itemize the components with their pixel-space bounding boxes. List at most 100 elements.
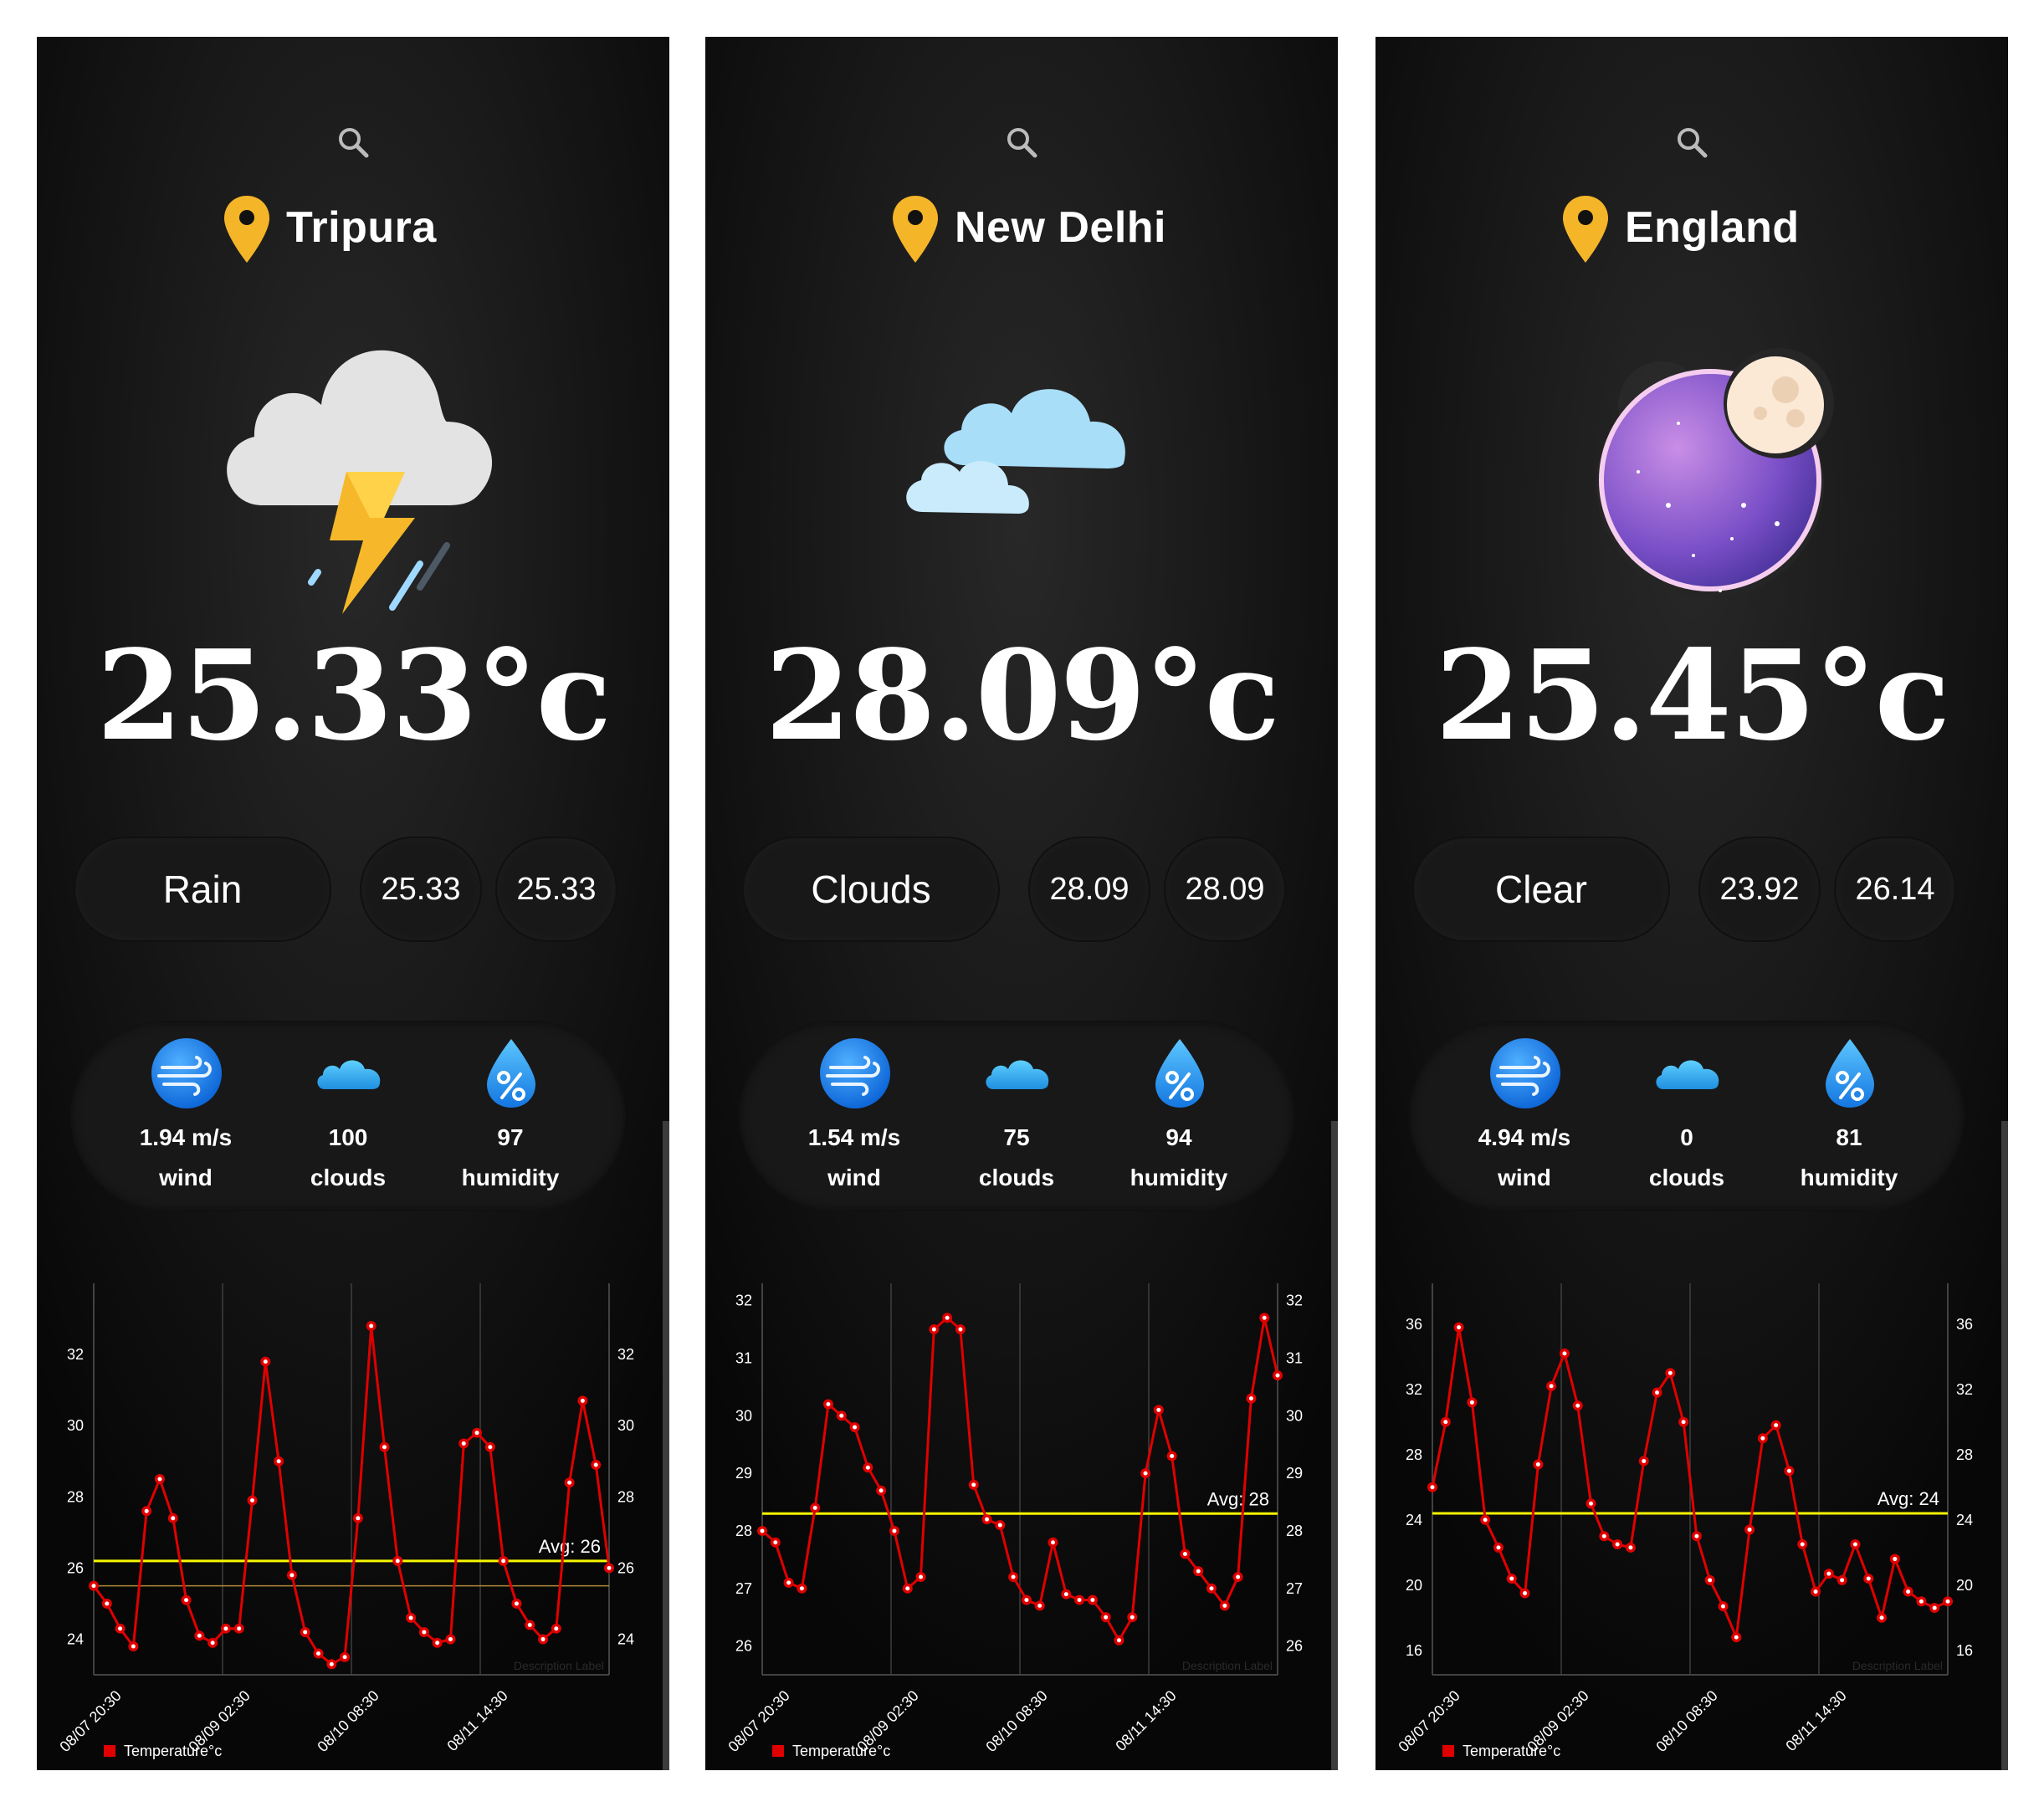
chart-point-core	[488, 1445, 493, 1450]
temp-max-text: 26.14	[1855, 871, 1935, 907]
chart-point-core	[1443, 1420, 1448, 1425]
wind-icon	[151, 1038, 222, 1108]
chart-point-core	[1694, 1533, 1699, 1538]
chart-point-core	[1050, 1540, 1055, 1545]
chart-y-tick-label-right: 29	[1286, 1465, 1303, 1482]
chart-point-core	[448, 1636, 453, 1641]
chart-y-tick-label-left: 24	[67, 1630, 84, 1647]
chart-point-core	[263, 1359, 268, 1364]
temp-max-text: 28.09	[1185, 871, 1265, 907]
search-icon[interactable]	[1003, 124, 1040, 161]
wind-value: 1.54 m/s	[807, 1124, 901, 1150]
chart-point-core	[1786, 1468, 1791, 1473]
humidity-drop-icon	[1155, 1039, 1204, 1108]
humidity-value: 81	[1836, 1124, 1862, 1150]
wind-icon	[1490, 1038, 1560, 1108]
chart-y-tick-label-left: 24	[1406, 1512, 1422, 1528]
chart-point-core	[408, 1615, 413, 1620]
chart-point-core	[1667, 1370, 1673, 1375]
chart-point-core	[905, 1586, 910, 1591]
chart-y-tick-label-right: 31	[1286, 1349, 1303, 1366]
wind-value: 4.94 m/s	[1478, 1124, 1571, 1150]
chart-legend-swatch	[772, 1745, 784, 1757]
condition-text: Clear	[1495, 868, 1587, 911]
temp-min-badge: 28.09	[1030, 838, 1149, 940]
chart-point-core	[91, 1584, 96, 1589]
chart-point-core	[1170, 1453, 1175, 1458]
clouds-label: clouds	[310, 1165, 387, 1190]
clouds-stat: 75 clouds	[933, 1021, 1100, 1211]
chart-point-core	[1589, 1501, 1594, 1506]
chart-legend-label: Temperature°c	[124, 1743, 222, 1759]
scrollbar[interactable]	[663, 1121, 669, 1770]
search-icon[interactable]	[335, 124, 371, 161]
chart-point-core	[1813, 1589, 1818, 1595]
chart-point-core	[1130, 1615, 1135, 1620]
chart-point-core	[1932, 1605, 1937, 1610]
chart-point-core	[773, 1540, 778, 1545]
chart-y-tick-label-right: 24	[617, 1630, 634, 1647]
chart-point-core	[1826, 1571, 1831, 1576]
chart-x-tick-label: 08/10 08:30	[1652, 1687, 1720, 1755]
chart-point-core	[985, 1517, 990, 1522]
temperature-chart: 08/07 20:30 08/09 02:30 08/10 08:30 08/11 1…	[1395, 1283, 1973, 1759]
chart-y-tick-label-left: 27	[735, 1580, 752, 1597]
chart-point-core	[1509, 1576, 1514, 1581]
chart-point-core	[1523, 1591, 1528, 1595]
wind-label: wind	[1498, 1165, 1551, 1190]
chart-point-core	[1840, 1578, 1845, 1583]
chart-point-core	[1549, 1384, 1554, 1389]
chart-x-tick-label: 08/07 20:30	[1395, 1687, 1463, 1755]
chart-point-core	[316, 1651, 321, 1656]
chart-y-tick-label-right: 20	[1956, 1577, 1973, 1594]
chart-y-tick-label-left: 32	[67, 1346, 84, 1363]
wind-stat: 1.54 m/s wind	[771, 1021, 938, 1211]
clouds-value: 100	[328, 1124, 368, 1150]
chart-point-core	[1156, 1407, 1161, 1412]
chart-y-tick-label-right: 27	[1286, 1580, 1303, 1597]
chart-point-core	[527, 1622, 532, 1627]
scrollbar[interactable]	[1331, 1121, 1338, 1770]
chart-point-core	[1037, 1603, 1042, 1608]
chart-point-core	[1628, 1545, 1633, 1550]
chart-y-tick-label-right: 26	[1286, 1638, 1303, 1655]
humidity-drop-icon	[487, 1039, 535, 1108]
humidity-label: humidity	[1800, 1165, 1898, 1190]
chart-average-label: Avg: 26	[539, 1536, 601, 1557]
chart-point-core	[1182, 1551, 1187, 1556]
chart-y-tick-label-left: 28	[735, 1523, 752, 1539]
chart-point-core	[210, 1641, 215, 1646]
chart-point-core	[435, 1641, 440, 1646]
chart-y-tick-label-right: 16	[1956, 1642, 1973, 1659]
chart-point-core	[395, 1559, 400, 1564]
temperature-chart: 08/07 20:30 08/09 02:30 08/10 08:30 08/11 1…	[56, 1283, 634, 1759]
chart-point-core	[1866, 1576, 1871, 1581]
chart-point-core	[1747, 1527, 1752, 1532]
chart-point-core	[1562, 1351, 1567, 1356]
chart-point-core	[1116, 1638, 1121, 1643]
chart-point-core	[919, 1574, 924, 1579]
chart-y-tick-label-right: 28	[1956, 1446, 1973, 1463]
wind-label: wind	[827, 1165, 881, 1190]
temp-max-text: 25.33	[516, 871, 597, 907]
temp-min-text: 28.09	[1049, 871, 1130, 907]
wind-icon	[820, 1038, 890, 1108]
weather-panel-2: New Delhi 28.09°c Clouds 28.09 28.09 1.5…	[705, 37, 1338, 1770]
chart-y-tick-label-right: 36	[1956, 1316, 1973, 1333]
humidity-drop-icon	[1826, 1039, 1874, 1108]
wind-stat: 1.94 m/s wind	[102, 1021, 269, 1211]
chart-point-core	[356, 1516, 361, 1521]
chart-x-tick-label: 08/07 20:30	[725, 1687, 792, 1755]
temp-max-badge: 28.09	[1165, 838, 1284, 940]
chart-point-core	[839, 1413, 844, 1418]
chart-point-core	[540, 1636, 546, 1641]
chart-point-core	[1063, 1592, 1068, 1597]
location-pin-icon	[1563, 196, 1608, 263]
chart-description-label: Description Label	[1182, 1659, 1273, 1672]
scrollbar[interactable]	[2001, 1121, 2008, 1770]
chart-y-tick-label-right: 28	[617, 1488, 634, 1505]
chart-point-core	[1496, 1545, 1501, 1550]
humidity-stat: 97 humidity	[427, 1021, 594, 1211]
chart-legend-label: Temperature°c	[1463, 1743, 1560, 1759]
search-icon[interactable]	[1673, 124, 1710, 161]
